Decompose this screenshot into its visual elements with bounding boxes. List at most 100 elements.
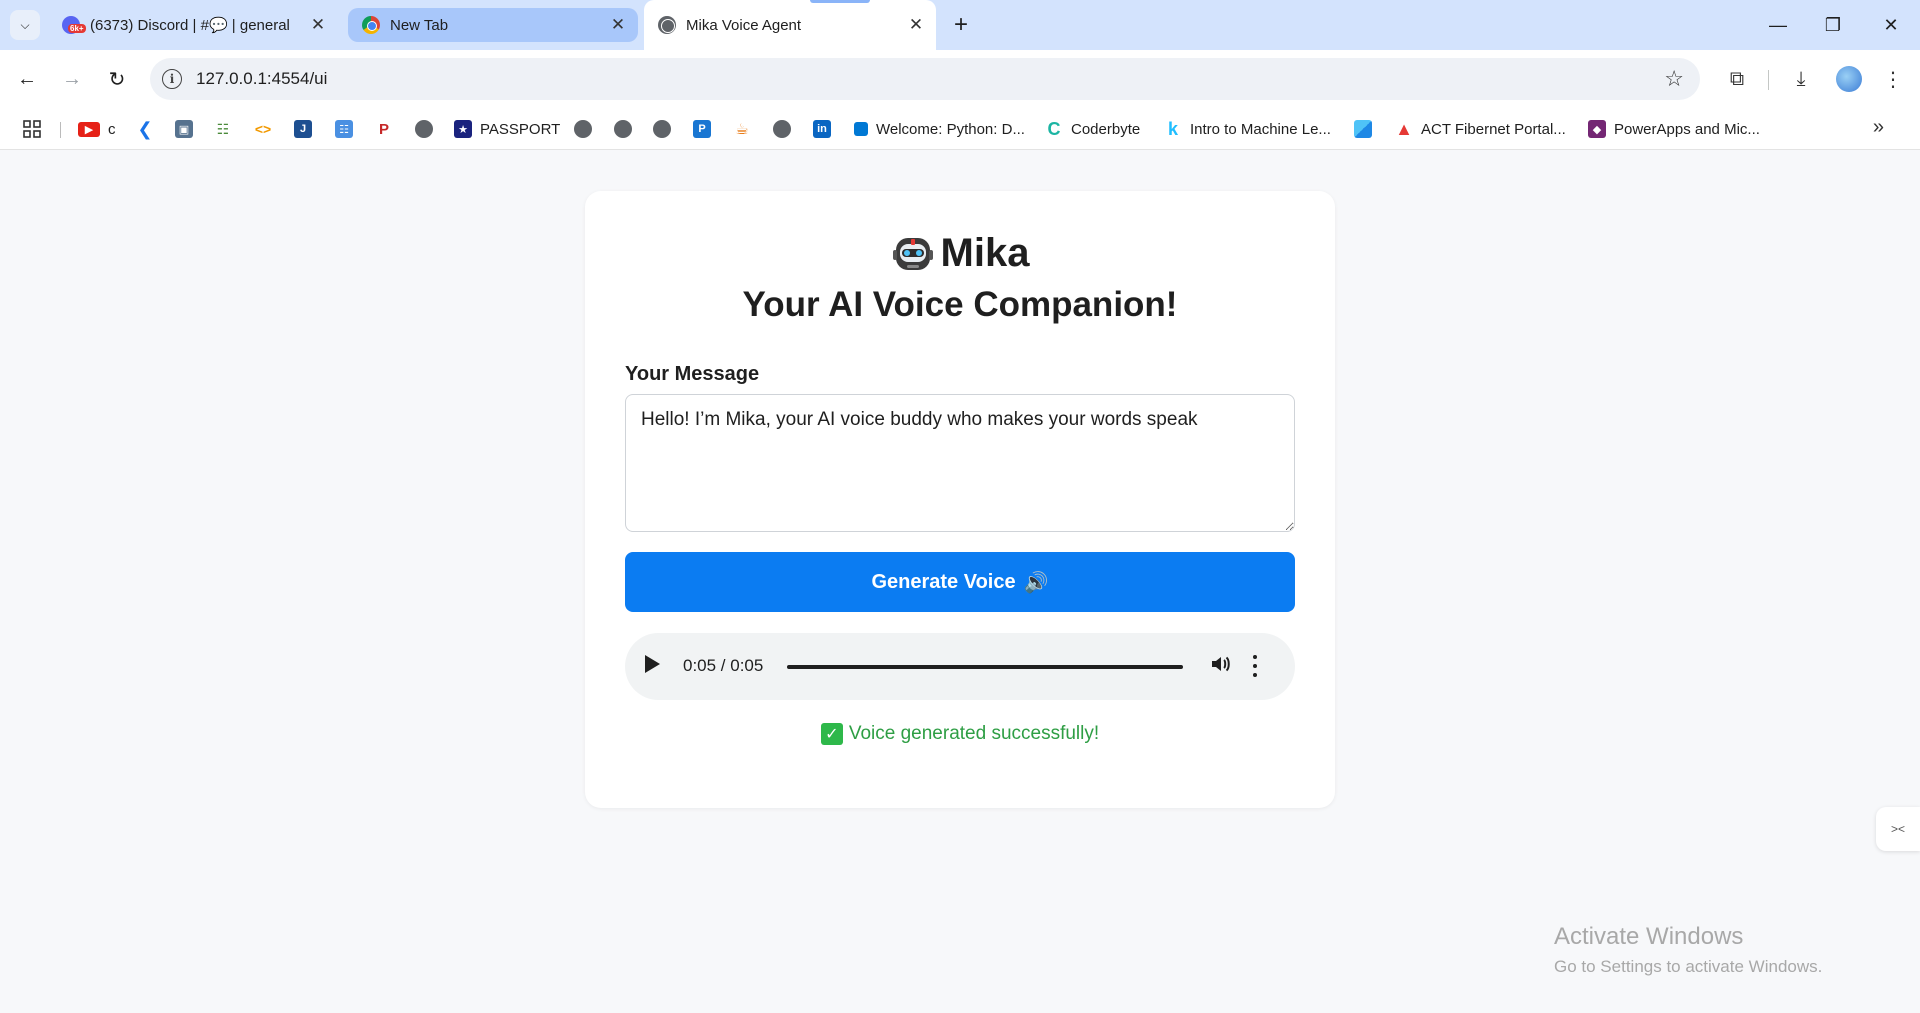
globe-icon <box>653 120 671 138</box>
audio-player: 0:05 / 0:05 <box>625 633 1295 700</box>
activate-windows-title: Activate Windows <box>1554 923 1744 950</box>
bookmark-label: Welcome: Python: D... <box>876 120 1025 138</box>
profile-avatar[interactable] <box>1836 66 1862 92</box>
audio-progress-slider[interactable] <box>787 665 1183 669</box>
bookmark-globe[interactable] <box>415 118 433 140</box>
close-icon[interactable]: ✕ <box>906 15 926 35</box>
tab-loading-indicator <box>810 0 870 3</box>
bookmark-blocks[interactable] <box>1354 118 1372 140</box>
bookmark-people[interactable]: ☷ <box>335 118 353 140</box>
bookmark-youtube[interactable]: ▶ c <box>78 118 116 140</box>
back-button[interactable]: ← <box>12 64 42 94</box>
bookmark-globe[interactable] <box>653 118 671 140</box>
bookmark-star-icon[interactable]: ☆ <box>1664 66 1684 92</box>
browser-toolbar: ← → ↻ i 127.0.0.1:4554/ui ☆ ⧉ ⤓ ⋮ <box>0 50 1920 108</box>
url-text[interactable]: 127.0.0.1:4554/ui <box>196 69 327 89</box>
new-tab-button[interactable]: + <box>948 11 974 38</box>
tab-search-chevron-icon[interactable]: ⌵ <box>10 10 40 40</box>
bookmark-kotak[interactable]: ❮ <box>136 118 154 140</box>
kaggle-icon: k <box>1167 118 1178 139</box>
speaker-icon: 🔊 <box>1023 571 1049 594</box>
bookmark-graduate[interactable]: P <box>375 118 393 140</box>
generate-voice-button[interactable]: Generate Voice 🔊 <box>625 552 1295 612</box>
graduate-icon: P <box>378 120 389 138</box>
j-icon: J <box>294 120 312 138</box>
bookmark-label: Coderbyte <box>1071 120 1141 138</box>
menu-icon[interactable]: ⋮ <box>1880 66 1906 92</box>
bookmark-java[interactable]: ☕ <box>733 118 751 140</box>
bookmark-coderbyte[interactable]: C Coderbyte <box>1045 118 1141 140</box>
toolbar-divider <box>1768 70 1769 90</box>
bookmark-label: Intro to Machine Le... <box>1190 120 1331 138</box>
chrome-icon <box>362 16 380 34</box>
apps-grid-icon[interactable] <box>22 118 42 140</box>
address-bar[interactable]: i 127.0.0.1:4554/ui ☆ <box>150 58 1700 100</box>
java-icon: ☕ <box>735 121 749 138</box>
more-bookmarks-icon[interactable]: » <box>1873 116 1884 139</box>
bookmark-python[interactable]: Welcome: Python: D... <box>854 118 1025 140</box>
robot-icon <box>891 232 935 276</box>
bookmark-kaggle[interactable]: k Intro to Machine Le... <box>1164 118 1331 140</box>
tab-title: Mika Voice Agent <box>686 16 802 34</box>
bookmark-linkedin[interactable]: in <box>813 118 831 140</box>
bookmark-act-fibernet[interactable]: ▲ ACT Fibernet Portal... <box>1395 118 1566 140</box>
audio-more-icon[interactable] <box>1250 653 1260 679</box>
bookmark-label: c <box>108 120 116 138</box>
restore-button[interactable]: ❐ <box>1818 12 1848 38</box>
bookmarks-bar: ▶ c ❮ ▣ ☷ <> J ☷ P ★ PASSPORT P ☕ in Wel… <box>0 108 1920 150</box>
close-icon[interactable]: ✕ <box>608 15 628 35</box>
page-subtitle: Your AI Voice Companion! <box>742 285 1178 324</box>
message-label: Your Message <box>625 363 760 385</box>
audio-time: 0:05 / 0:05 <box>683 656 764 675</box>
reload-button[interactable]: ↻ <box>102 64 132 94</box>
bookmark-globe[interactable] <box>574 118 592 140</box>
tab-new-tab[interactable]: New Tab ✕ <box>348 8 638 42</box>
youtube-icon: ▶ <box>78 121 100 137</box>
brand-name: Mika <box>940 231 1030 275</box>
powerapps-icon: ◆ <box>1588 120 1606 138</box>
bookmark-label: PASSPORT <box>480 120 561 138</box>
linkedin-icon: in <box>813 120 831 138</box>
message-textarea[interactable]: Hello! I’m Mika, your AI voice buddy who… <box>625 394 1295 532</box>
tab-discord[interactable]: 6k+ (6373) Discord | #💬 | general ✕ <box>48 8 338 42</box>
play-icon[interactable] <box>645 655 660 673</box>
computer-icon: ▣ <box>175 120 193 138</box>
bookmark-powerapps[interactable]: ◆ PowerApps and Mic... <box>1588 118 1760 140</box>
act-icon: ▲ <box>1395 118 1413 139</box>
bookmark-computer[interactable]: ▣ <box>175 118 193 140</box>
tab-mika-voice-agent[interactable]: Mika Voice Agent ✕ <box>644 0 936 50</box>
grid-icon: ☷ <box>216 120 230 137</box>
bookmark-j[interactable]: J <box>294 118 312 140</box>
tab-strip: ⌵ 6k+ (6373) Discord | #💬 | general ✕ Ne… <box>0 0 1920 50</box>
blocks-icon <box>1354 120 1372 138</box>
p-icon: P <box>693 120 711 138</box>
globe-icon <box>415 120 433 138</box>
bookmark-label: ACT Fibernet Portal... <box>1421 120 1566 138</box>
voice-agent-card: Mika Your AI Voice Companion! Your Messa… <box>585 191 1335 808</box>
download-icon[interactable]: ⤓ <box>1788 66 1814 92</box>
site-info-icon[interactable]: i <box>162 69 182 89</box>
bookmark-divider <box>60 122 61 138</box>
checkmark-icon: ✓ <box>820 723 843 745</box>
bookmark-label: PowerApps and Mic... <box>1614 120 1760 138</box>
side-panel-widget-icon[interactable]: >< <box>1876 807 1920 851</box>
bookmark-p[interactable]: P <box>693 118 711 140</box>
discord-icon: 6k+ <box>62 16 86 34</box>
minimize-button[interactable]: — <box>1763 12 1793 38</box>
bookmark-passport[interactable]: ★ PASSPORT <box>454 118 560 140</box>
globe-icon <box>614 120 632 138</box>
bookmark-code[interactable]: <> <box>254 118 272 140</box>
forward-button[interactable]: → <box>57 64 87 94</box>
close-window-button[interactable]: ✕ <box>1876 12 1906 38</box>
bookmark-grid[interactable]: ☷ <box>214 118 232 140</box>
bookmark-globe[interactable] <box>614 118 632 140</box>
bookmark-globe[interactable] <box>773 118 791 140</box>
kotak-icon: ❮ <box>137 118 153 139</box>
passport-icon: ★ <box>454 120 472 138</box>
people-icon: ☷ <box>335 120 353 138</box>
globe-icon <box>658 16 676 34</box>
extensions-icon[interactable]: ⧉ <box>1724 66 1750 92</box>
volume-icon[interactable] <box>1209 653 1231 681</box>
close-icon[interactable]: ✕ <box>308 15 328 35</box>
page-content: Mika Your AI Voice Companion! Your Messa… <box>0 151 1920 1013</box>
